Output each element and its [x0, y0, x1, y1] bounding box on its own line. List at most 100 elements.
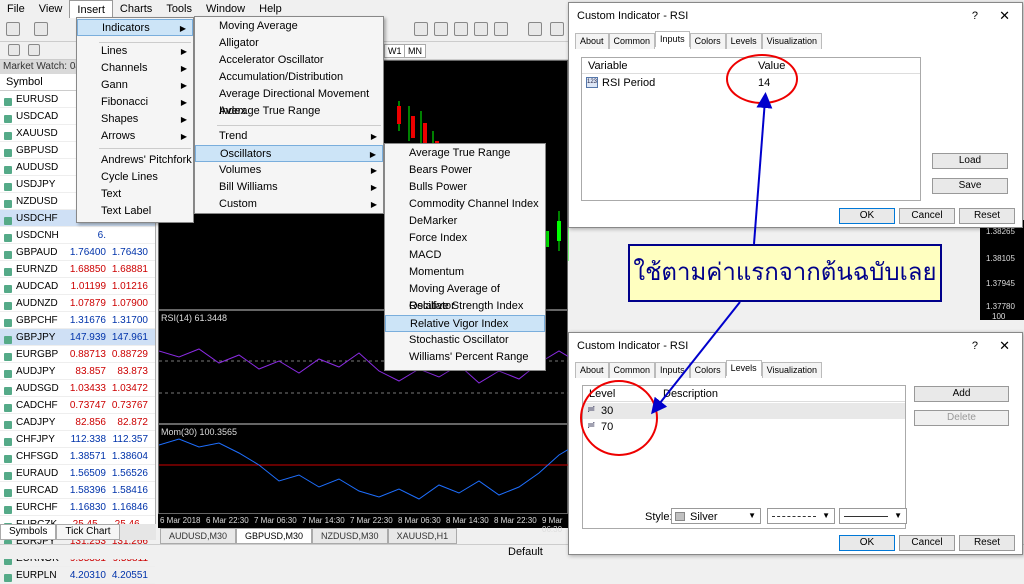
menu-item-osma[interactable]: Moving Average of Oscillator	[385, 281, 545, 312]
menu-item-text[interactable]: Text	[77, 186, 193, 203]
menu-item-rsi[interactable]: Relative Strength Index	[385, 298, 545, 315]
close-icon[interactable]: ✕	[999, 333, 1010, 359]
menu-item-atr[interactable]: Average True Range	[195, 103, 383, 120]
period-icon[interactable]	[550, 22, 564, 36]
indicators-icon[interactable]	[528, 22, 542, 36]
tab-tick-chart[interactable]: Tick Chart	[56, 524, 120, 540]
market-watch-row[interactable]: AUDNZD 1.07879 1.07900	[0, 295, 155, 312]
cancel-button[interactable]: Cancel	[899, 535, 955, 551]
autoscroll-icon[interactable]	[474, 22, 488, 36]
menu-item-cycle-lines[interactable]: Cycle Lines	[77, 169, 193, 186]
menu-insert[interactable]: Insert	[69, 0, 113, 19]
tab-inputs[interactable]: Inputs	[655, 31, 690, 47]
ok-button[interactable]: OK	[839, 208, 895, 224]
shift-icon[interactable]	[494, 22, 508, 36]
market-watch-row[interactable]: AUDJPY 83.857 83.873	[0, 363, 155, 380]
tab-visualization[interactable]: Visualization	[761, 33, 822, 49]
menu-view[interactable]: View	[32, 0, 70, 18]
menu-item-gann[interactable]: Gann ▶	[77, 77, 193, 94]
market-watch-row[interactable]: EURCHF 1.16830 1.16846	[0, 499, 155, 516]
market-watch-row[interactable]: EURCAD 1.58396 1.58416	[0, 482, 155, 499]
menu-item-bears-power[interactable]: Bears Power	[385, 162, 545, 179]
chart-tab-gbpusd[interactable]: GBPUSD,M30	[236, 528, 313, 544]
menu-item-demarker[interactable]: DeMarker	[385, 213, 545, 230]
help-icon[interactable]: ?	[972, 333, 978, 359]
cancel-button[interactable]: Cancel	[899, 208, 955, 224]
tab-about[interactable]: About	[575, 362, 609, 378]
new-chart-icon[interactable]	[6, 22, 20, 36]
delete-level-button[interactable]: Delete	[914, 410, 1009, 426]
help-icon[interactable]: ?	[972, 3, 978, 29]
market-watch-row[interactable]: AUDCAD 1.01199 1.01216	[0, 278, 155, 295]
menu-item-bulls-power[interactable]: Bulls Power	[385, 179, 545, 196]
market-watch-row[interactable]: CHFJPY 112.338 112.357	[0, 431, 155, 448]
chart-tab-nzdusd[interactable]: NZDUSD,M30	[312, 528, 388, 544]
reset-button[interactable]: Reset	[959, 208, 1015, 224]
market-watch-row[interactable]: USDCNH 6.	[0, 227, 155, 244]
market-watch-row[interactable]: GBPCHF 1.31676 1.31700	[0, 312, 155, 329]
tab-common[interactable]: Common	[608, 362, 656, 378]
market-watch-row[interactable]: CADCHF 0.73747 0.73767	[0, 397, 155, 414]
crosshair-icon[interactable]	[28, 44, 40, 56]
menu-item-volumes[interactable]: Volumes ▶	[195, 162, 383, 179]
reset-button[interactable]: Reset	[959, 535, 1015, 551]
profiles-icon[interactable]	[34, 22, 48, 36]
menu-item-fibonacci[interactable]: Fibonacci ▶	[77, 94, 193, 111]
close-icon[interactable]: ✕	[999, 3, 1010, 29]
menu-item-lines[interactable]: Lines ▶	[77, 43, 193, 60]
color-select[interactable]: Silver ▼	[671, 508, 761, 524]
menu-item-accumulation[interactable]: Accumulation/Distribution	[195, 69, 383, 86]
market-watch-row[interactable]: CHFSGD 1.38571 1.38604	[0, 448, 155, 465]
menu-item-force-index[interactable]: Force Index	[385, 230, 545, 247]
menu-item-shapes[interactable]: Shapes ▶	[77, 111, 193, 128]
market-watch-row[interactable]: EURGBP 0.88713 0.88729	[0, 346, 155, 363]
menu-item-stochastic[interactable]: Stochastic Oscillator	[385, 332, 545, 349]
cursor-icon[interactable]	[8, 44, 20, 56]
menu-item-arrows[interactable]: Arrows ▶	[77, 128, 193, 145]
market-watch-row[interactable]: CADJPY 82.856 82.872	[0, 414, 155, 431]
market-watch-row[interactable]: AUDSGD 1.03433 1.03472	[0, 380, 155, 397]
menu-item-channels[interactable]: Channels ▶	[77, 60, 193, 77]
menu-item-rvi[interactable]: Relative Vigor Index	[385, 315, 545, 332]
add-level-button[interactable]: Add	[914, 386, 1009, 402]
tab-levels[interactable]: Levels	[725, 33, 762, 49]
menu-item-oscillators[interactable]: Oscillators ▶	[195, 145, 383, 162]
momentum-chart[interactable]: Mom(30) 100.3565	[158, 424, 569, 514]
menu-item-indicators[interactable]: Indicators ▶	[77, 19, 193, 36]
line-style-select[interactable]: ▼	[767, 508, 835, 524]
tab-about[interactable]: About	[575, 33, 609, 49]
load-button[interactable]: Load	[932, 153, 1008, 169]
chart-tab-xauusd[interactable]: XAUUSD,H1	[387, 528, 458, 544]
menu-item-custom[interactable]: Custom ▶	[195, 196, 383, 213]
menu-item-cci[interactable]: Commodity Channel Index	[385, 196, 545, 213]
menu-item-pitchfork[interactable]: Andrews' Pitchfork	[77, 152, 193, 169]
save-button[interactable]: Save	[932, 178, 1008, 194]
menu-charts[interactable]: Charts	[113, 0, 159, 18]
tf-mn[interactable]: MN	[404, 44, 426, 58]
menu-item-trend[interactable]: Trend ▶	[195, 128, 383, 145]
chart-tab-audusd[interactable]: AUDUSD,M30	[160, 528, 237, 544]
tf-w1[interactable]: W1	[384, 44, 406, 58]
tab-colors[interactable]: Colors	[689, 33, 726, 49]
menu-item-macd[interactable]: MACD	[385, 247, 545, 264]
menu-item-osc-atr[interactable]: Average True Range	[385, 145, 545, 162]
tab-common[interactable]: Common	[608, 33, 656, 49]
zoom-out-icon[interactable]	[434, 22, 448, 36]
market-watch-row[interactable]: EURAUD 1.56509 1.56526	[0, 465, 155, 482]
menu-item-moving-average[interactable]: Moving Average	[195, 18, 383, 35]
tab-symbols[interactable]: Symbols	[0, 524, 57, 540]
menu-item-alligator[interactable]: Alligator	[195, 35, 383, 52]
market-watch-row[interactable]: EURNZD 1.68850 1.68881	[0, 261, 155, 278]
menu-item-text-label[interactable]: Text Label	[77, 203, 193, 220]
market-watch-row[interactable]: EURPLN 4.20310 4.20551	[0, 567, 155, 584]
menu-item-admi[interactable]: Average Directional Movement Index	[195, 86, 383, 117]
menu-item-accelerator[interactable]: Accelerator Oscillator	[195, 52, 383, 69]
line-width-select[interactable]: ▼	[839, 508, 907, 524]
market-watch-row[interactable]: GBPAUD 1.76400 1.76430	[0, 244, 155, 261]
menu-item-williams[interactable]: Williams' Percent Range	[385, 349, 545, 366]
menu-item-bill-williams[interactable]: Bill Williams ▶	[195, 179, 383, 196]
zoom-in-icon[interactable]	[414, 22, 428, 36]
menu-item-momentum[interactable]: Momentum	[385, 264, 545, 281]
ok-button[interactable]: OK	[839, 535, 895, 551]
tile-icon[interactable]	[454, 22, 468, 36]
